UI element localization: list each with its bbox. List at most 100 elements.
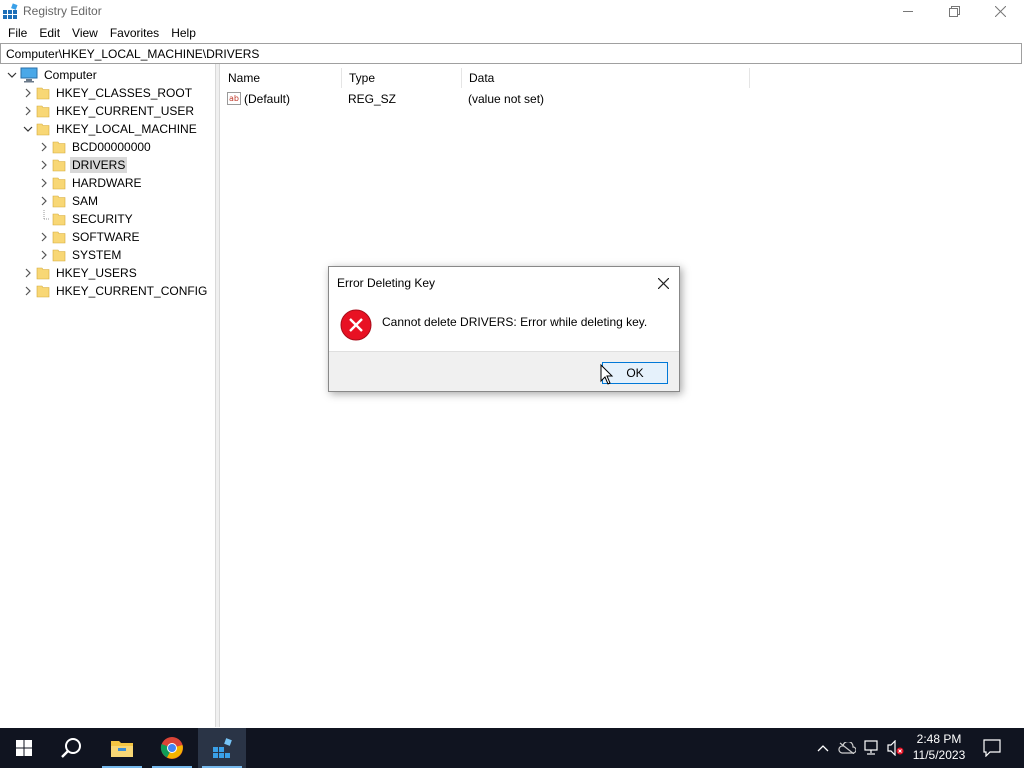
tree-item-label: SECURITY bbox=[72, 212, 133, 226]
tree-item-label: SAM bbox=[72, 194, 99, 208]
tree-item-label: HKEY_CURRENT_USER bbox=[56, 104, 195, 118]
column-header-name[interactable]: Name bbox=[221, 68, 342, 88]
tree-connector-line bbox=[36, 210, 52, 228]
folder-icon bbox=[52, 249, 66, 262]
menu-file[interactable]: File bbox=[0, 22, 33, 42]
tree-item-hardware[interactable]: HARDWARE bbox=[36, 174, 144, 192]
chevron-down-icon[interactable] bbox=[20, 120, 36, 138]
search-button[interactable] bbox=[48, 728, 96, 768]
chevron-right-icon[interactable] bbox=[36, 156, 52, 174]
clock-date: 11/5/2023 bbox=[912, 748, 966, 762]
folder-icon bbox=[36, 87, 50, 100]
cloud-offline-icon bbox=[838, 742, 856, 754]
tree-item-label: HKEY_CLASSES_ROOT bbox=[56, 86, 193, 100]
dialog-footer: OK bbox=[329, 351, 679, 391]
folder-icon bbox=[52, 177, 66, 190]
start-button[interactable] bbox=[0, 728, 48, 768]
chevron-right-icon[interactable] bbox=[20, 84, 36, 102]
show-hidden-icons-button[interactable] bbox=[812, 728, 834, 768]
chevron-up-icon bbox=[817, 745, 829, 752]
window-title: Registry Editor bbox=[23, 4, 102, 18]
restore-icon bbox=[948, 5, 960, 17]
error-icon bbox=[340, 309, 372, 341]
dialog-title: Error Deleting Key bbox=[337, 276, 436, 290]
chevron-down-icon[interactable] bbox=[4, 66, 20, 84]
tree-item-hkey-local-machine[interactable]: HKEY_LOCAL_MACHINE bbox=[20, 120, 199, 138]
folder-open-icon bbox=[36, 123, 50, 136]
tree-item-software[interactable]: SOFTWARE bbox=[36, 228, 142, 246]
minimize-icon bbox=[902, 10, 913, 12]
title-bar: Registry Editor bbox=[0, 0, 1024, 22]
chevron-right-icon[interactable] bbox=[20, 282, 36, 300]
tray-network[interactable] bbox=[860, 728, 882, 768]
address-bar[interactable]: Computer\HKEY_LOCAL_MACHINE\DRIVERS bbox=[0, 43, 1022, 64]
tree-item-hkey-classes-root[interactable]: HKEY_CLASSES_ROOT bbox=[20, 84, 194, 102]
tree-item-label: HKEY_CURRENT_CONFIG bbox=[56, 284, 208, 298]
tree-item-label: BCD00000000 bbox=[72, 140, 151, 154]
chevron-right-icon[interactable] bbox=[36, 228, 52, 246]
tree-item-bcd00000000[interactable]: BCD00000000 bbox=[36, 138, 153, 156]
close-button[interactable] bbox=[977, 0, 1023, 22]
registry-editor-icon bbox=[213, 738, 232, 758]
folder-icon bbox=[52, 141, 66, 154]
tray-volume[interactable] bbox=[884, 728, 906, 768]
error-dialog: Error Deleting Key Cannot delete DRIVERS… bbox=[328, 266, 680, 392]
tree-item-sam[interactable]: SAM bbox=[36, 192, 100, 210]
menu-bar: File Edit View Favorites Help bbox=[0, 22, 1024, 42]
start-icon bbox=[16, 740, 32, 756]
tree-item-system[interactable]: SYSTEM bbox=[36, 246, 123, 264]
tree-item-security[interactable]: SECURITY bbox=[36, 210, 135, 228]
registry-editor-icon bbox=[3, 3, 18, 19]
menu-favorites[interactable]: Favorites bbox=[104, 22, 165, 42]
tree-pane[interactable]: Computer HKEY_CLASSES_ROOT HKEY_CURRENT_… bbox=[0, 64, 216, 727]
tree-item-label: SYSTEM bbox=[72, 248, 122, 262]
action-center-button[interactable] bbox=[978, 728, 1006, 768]
dialog-message: Cannot delete DRIVERS: Error while delet… bbox=[382, 315, 648, 329]
chevron-right-icon[interactable] bbox=[36, 138, 52, 156]
taskbar-registry-editor[interactable] bbox=[198, 728, 246, 768]
folder-icon bbox=[36, 105, 50, 118]
tree-item-hkey-current-user[interactable]: HKEY_CURRENT_USER bbox=[20, 102, 196, 120]
chevron-right-icon[interactable] bbox=[20, 102, 36, 120]
menu-edit[interactable]: Edit bbox=[33, 22, 66, 42]
column-header-type[interactable]: Type bbox=[342, 68, 462, 88]
taskbar-file-explorer[interactable] bbox=[98, 728, 146, 768]
tree-item-computer[interactable]: Computer bbox=[4, 66, 99, 84]
tree-item-hkey-current-config[interactable]: HKEY_CURRENT_CONFIG bbox=[20, 282, 209, 300]
value-name: (Default) bbox=[244, 92, 291, 106]
folder-icon bbox=[36, 285, 50, 298]
list-item[interactable]: ab (Default) REG_SZ (value not set) bbox=[221, 90, 751, 108]
value-data: (value not set) bbox=[468, 92, 545, 106]
clock-time: 2:48 PM bbox=[916, 732, 962, 746]
computer-icon bbox=[20, 67, 38, 83]
taskbar-clock[interactable]: 2:48 PM 11/5/2023 bbox=[905, 731, 973, 763]
chrome-icon bbox=[160, 737, 183, 759]
tree-item-label: HARDWARE bbox=[72, 176, 142, 190]
taskbar-chrome[interactable] bbox=[148, 728, 196, 768]
chevron-right-icon[interactable] bbox=[20, 264, 36, 282]
mouse-cursor-icon bbox=[600, 364, 614, 385]
tray-onedrive[interactable] bbox=[836, 728, 858, 768]
chevron-right-icon[interactable] bbox=[36, 246, 52, 264]
pane-splitter[interactable] bbox=[216, 64, 220, 727]
values-list-pane[interactable]: Name Type Data ab (Default) REG_SZ (valu… bbox=[221, 64, 1024, 727]
tree-item-hkey-users[interactable]: HKEY_USERS bbox=[20, 264, 139, 282]
dialog-close-button[interactable] bbox=[651, 273, 675, 293]
tree-item-drivers[interactable]: DRIVERS bbox=[36, 156, 128, 174]
column-header-data[interactable]: Data bbox=[462, 68, 750, 88]
string-value-icon: ab bbox=[227, 92, 241, 105]
close-icon bbox=[994, 5, 1006, 17]
menu-view[interactable]: View bbox=[66, 22, 104, 42]
notification-icon bbox=[983, 739, 1001, 757]
chevron-right-icon[interactable] bbox=[36, 192, 52, 210]
tree-item-label: SOFTWARE bbox=[72, 230, 140, 244]
chevron-right-icon[interactable] bbox=[36, 174, 52, 192]
close-icon bbox=[657, 277, 669, 289]
folder-icon bbox=[52, 231, 66, 244]
tree-item-label: Computer bbox=[44, 68, 97, 82]
address-text: Computer\HKEY_LOCAL_MACHINE\DRIVERS bbox=[6, 47, 260, 61]
restore-button[interactable] bbox=[931, 0, 977, 22]
minimize-button[interactable] bbox=[885, 0, 931, 22]
tree-item-label: DRIVERS bbox=[70, 157, 128, 173]
menu-help[interactable]: Help bbox=[165, 22, 202, 42]
